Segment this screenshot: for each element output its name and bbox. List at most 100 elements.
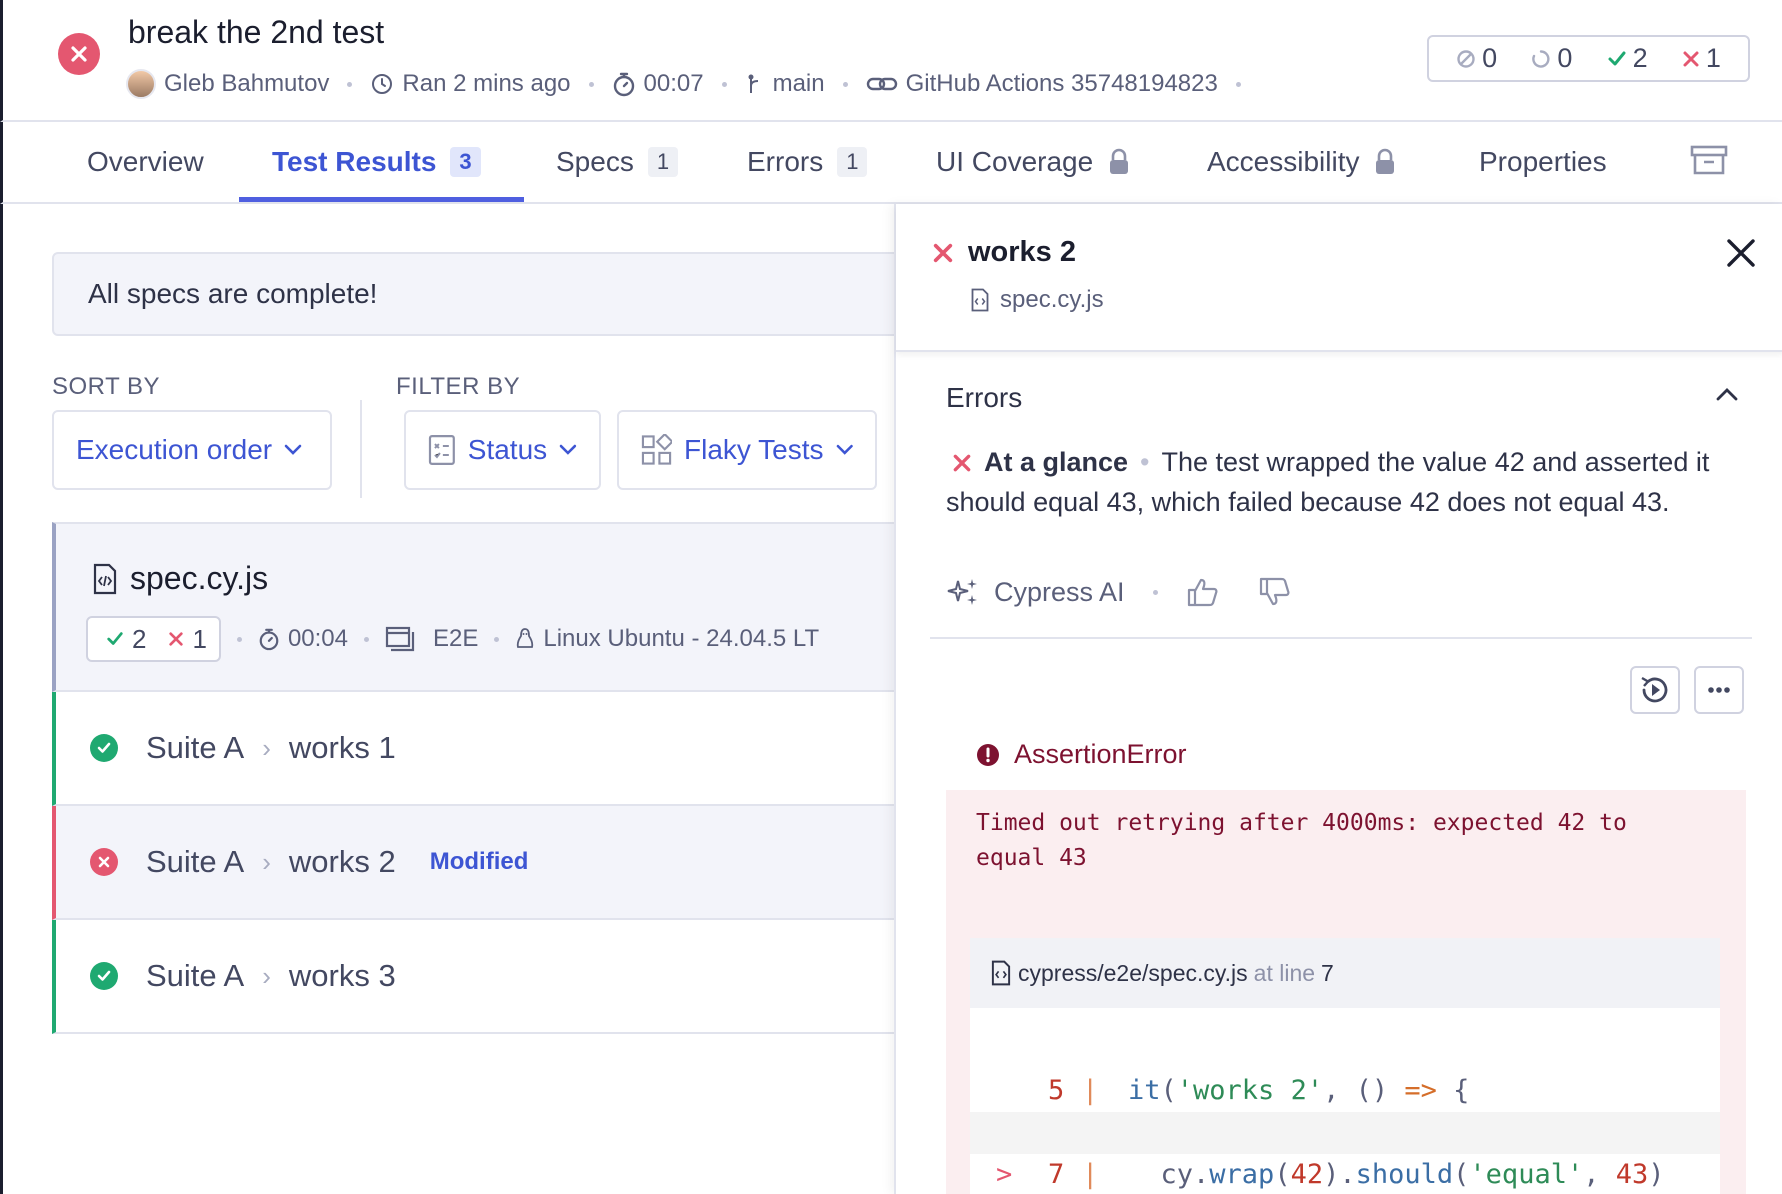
completion-banner: All specs are complete! bbox=[52, 252, 912, 336]
sort-dropdown[interactable]: Execution order bbox=[52, 410, 332, 490]
test-name: works 2 bbox=[288, 844, 396, 879]
spec-type: E2E bbox=[385, 625, 478, 653]
divider bbox=[360, 400, 362, 498]
tab-overview[interactable]: Overview bbox=[87, 122, 204, 202]
code-file-icon bbox=[93, 563, 117, 594]
tab-count-badge: 1 bbox=[837, 147, 868, 177]
tab-accessibility[interactable]: Accessibility bbox=[1207, 122, 1397, 202]
linux-icon bbox=[517, 628, 534, 648]
branch-icon bbox=[748, 74, 758, 93]
grid-icon bbox=[641, 434, 673, 465]
panel-title: works 2 bbox=[932, 236, 1076, 269]
test-name: works 3 bbox=[288, 958, 396, 993]
sparkle-icon bbox=[947, 579, 977, 605]
divider bbox=[930, 637, 1752, 639]
branch-name: main bbox=[772, 70, 825, 97]
spec-passed: 2 bbox=[106, 624, 146, 655]
ran-text: Ran 2 mins ago bbox=[402, 70, 571, 97]
alert-icon bbox=[977, 743, 999, 766]
active-tab-indicator bbox=[239, 197, 524, 202]
chevron-up-icon[interactable] bbox=[1716, 386, 1738, 402]
run-tabs: Overview Test Results 3 Specs 1 Errors 1… bbox=[0, 122, 1782, 204]
close-icon[interactable] bbox=[1726, 238, 1756, 268]
ai-label: Cypress AI bbox=[994, 576, 1125, 607]
tab-properties[interactable]: Properties bbox=[1479, 122, 1607, 202]
code-file-icon bbox=[971, 288, 989, 312]
passed-count: 2 bbox=[1607, 43, 1648, 74]
separator bbox=[364, 636, 369, 642]
pending-count: 0 bbox=[1531, 43, 1572, 74]
test-row[interactable]: Suite A › works 1 bbox=[52, 692, 912, 806]
spec-meta: 2 1 00:04 E2E Linux Ubuntu - 24.04.5 LT bbox=[86, 616, 819, 662]
errors-heading: Errors bbox=[946, 382, 1023, 413]
chevron-right-icon: › bbox=[262, 846, 271, 877]
link-icon bbox=[866, 77, 897, 91]
suite-name: Suite A bbox=[146, 958, 245, 993]
archive-icon[interactable] bbox=[1690, 145, 1728, 175]
panel-file[interactable]: spec.cy.js bbox=[970, 286, 1104, 314]
code-frame-file[interactable]: cypress/e2e/spec.cy.js at line 7 bbox=[970, 938, 1720, 1008]
filter-label: FILTER BY bbox=[396, 373, 521, 400]
lock-icon bbox=[1376, 148, 1395, 174]
ci-link[interactable]: GitHub Actions 35748194823 bbox=[866, 70, 1218, 98]
tab-test-results[interactable]: Test Results 3 bbox=[272, 122, 481, 202]
ai-summary: At a glance • The test wrapped the value 4… bbox=[946, 442, 1756, 522]
skipped-count: 0 bbox=[1456, 43, 1497, 74]
spec-group-header[interactable]: spec.cy.js 2 1 00:04 E2E Linux Ubuntu - … bbox=[52, 522, 912, 692]
test-detail-panel: works 2 spec.cy.js Errors At a glance • Th… bbox=[894, 204, 1782, 1194]
error-message: Timed out retrying after 4000ms: expecte… bbox=[976, 810, 1627, 871]
status-filter[interactable]: Status bbox=[404, 410, 601, 490]
separator bbox=[494, 636, 500, 642]
more-options-button[interactable] bbox=[1694, 666, 1744, 714]
suite-name: Suite A bbox=[146, 730, 245, 765]
tab-count-badge: 1 bbox=[647, 147, 679, 177]
chevron-down-icon bbox=[836, 444, 853, 455]
failed-status-icon bbox=[58, 33, 100, 75]
tab-ui-coverage[interactable]: UI Coverage bbox=[936, 122, 1131, 202]
window-edge bbox=[0, 204, 3, 1194]
glance-label: At a glance bbox=[984, 447, 1129, 477]
replay-button[interactable] bbox=[1630, 666, 1680, 714]
run-meta: Gleb Bahmutov Ran 2 mins ago 00:07 main … bbox=[126, 66, 1259, 102]
failed-count: 1 bbox=[1682, 43, 1721, 74]
replay-icon bbox=[1641, 676, 1668, 703]
run-header: break the 2nd test Gleb Bahmutov Ran 2 m… bbox=[0, 0, 1782, 122]
ci-text: GitHub Actions 35748194823 bbox=[905, 70, 1218, 97]
test-row[interactable]: Suite A › works 3 bbox=[52, 920, 912, 1034]
chevron-right-icon: › bbox=[262, 732, 271, 763]
run-title: break the 2nd test bbox=[128, 14, 385, 50]
spec-failed: 1 bbox=[168, 624, 207, 655]
tab-specs[interactable]: Specs 1 bbox=[556, 122, 679, 202]
skipped-icon bbox=[1457, 49, 1475, 68]
code-line: 6| // make this test fail bbox=[970, 1070, 1720, 1148]
x-icon bbox=[1683, 51, 1699, 66]
chevron-down-icon bbox=[284, 444, 302, 455]
code-line: |^ bbox=[970, 1154, 1720, 1194]
chevron-right-icon: › bbox=[262, 960, 271, 991]
run-result-counts[interactable]: 0 0 2 1 bbox=[1427, 35, 1750, 82]
passed-status-icon bbox=[90, 734, 118, 762]
tab-errors[interactable]: Errors 1 bbox=[747, 122, 868, 202]
separator bbox=[1152, 589, 1158, 595]
thumbs-up-icon[interactable] bbox=[1186, 576, 1220, 608]
author-name: Gleb Bahmutov bbox=[164, 70, 330, 97]
ellipsis-icon bbox=[1708, 687, 1730, 693]
test-row-selected[interactable]: Suite A › works 2 Modified bbox=[52, 806, 912, 920]
stopwatch-icon bbox=[613, 72, 634, 97]
separator bbox=[842, 81, 848, 87]
flaky-tests-filter[interactable]: Flaky Tests bbox=[617, 410, 877, 490]
spec-os: Linux Ubuntu - 24.04.5 LT bbox=[515, 625, 819, 653]
x-icon bbox=[933, 243, 953, 262]
suite-name: Suite A bbox=[146, 844, 245, 879]
avatar bbox=[126, 69, 156, 99]
duration-text: 00:07 bbox=[643, 70, 704, 97]
pending-icon bbox=[1532, 49, 1550, 68]
lock-icon bbox=[1110, 148, 1129, 174]
author[interactable]: Gleb Bahmutov bbox=[126, 69, 329, 99]
branch[interactable]: main bbox=[745, 70, 825, 98]
check-icon bbox=[1608, 51, 1626, 65]
thumbs-down-icon[interactable] bbox=[1258, 576, 1292, 608]
code-frame: 5|it('works 2', () => { 6| // make this … bbox=[970, 1008, 1720, 1194]
code-file-icon bbox=[991, 960, 1011, 986]
sort-label: SORT BY bbox=[52, 373, 160, 400]
